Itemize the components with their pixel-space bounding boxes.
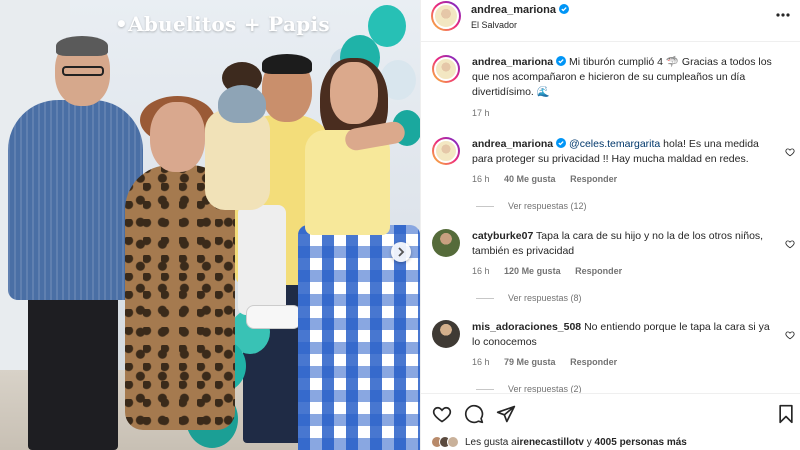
comment-username[interactable]: mis_adoraciones_508 xyxy=(472,321,581,333)
replies-divider xyxy=(476,297,494,299)
shark-plush xyxy=(218,85,266,123)
comments-list[interactable]: andrea_mariona Mi tiburón cumplió 4 🦈 Gr… xyxy=(421,43,800,393)
comment-body: andrea_mariona @celes.temargarita hola! … xyxy=(472,137,772,167)
comment-body: catyburke07 Tapa la cara de su hijo y no… xyxy=(472,229,772,259)
avatar[interactable] xyxy=(432,229,460,257)
view-replies-label[interactable]: Ver respuestas (2) xyxy=(508,384,582,393)
chevron-right-icon xyxy=(398,247,405,257)
replies-divider xyxy=(476,388,494,390)
comment-time[interactable]: 16 h xyxy=(472,174,490,184)
next-photo-button[interactable] xyxy=(391,242,411,262)
comment-mention[interactable]: @celes.temargarita xyxy=(569,138,660,150)
heart-icon[interactable] xyxy=(785,239,795,249)
balloon xyxy=(368,5,406,47)
comment-time[interactable]: 16 h xyxy=(472,357,490,367)
mother-figure xyxy=(330,62,378,124)
likes-user-link[interactable]: irenecastillotv xyxy=(517,437,584,448)
comment-meta: 16 h 79 Me gusta Responder xyxy=(472,357,629,367)
likes-summary: Les gusta a irenecastillotv y 4005 perso… xyxy=(431,436,687,448)
header-location[interactable]: El Salvador xyxy=(471,20,517,30)
avatar[interactable] xyxy=(432,320,460,348)
caption-username[interactable]: andrea_mariona xyxy=(472,56,553,68)
view-replies-button[interactable]: Ver respuestas (2) xyxy=(476,384,582,393)
grandfather-figure xyxy=(56,36,108,56)
child-figure xyxy=(246,305,301,329)
avatar xyxy=(447,436,459,448)
grandfather-figure xyxy=(62,66,104,76)
heart-icon[interactable] xyxy=(785,147,795,157)
comment-likes[interactable]: 40 Me gusta xyxy=(504,174,556,184)
view-replies-label[interactable]: Ver respuestas (8) xyxy=(508,293,582,303)
caption-time[interactable]: 17 h xyxy=(472,108,490,118)
grandfather-figure xyxy=(8,100,143,300)
avatar[interactable] xyxy=(431,1,461,31)
comment-icon[interactable] xyxy=(464,404,484,424)
comment-likes[interactable]: 120 Me gusta xyxy=(504,266,561,276)
comment-username[interactable]: catyburke07 xyxy=(472,230,533,242)
avatar[interactable] xyxy=(432,55,460,83)
child-figure xyxy=(238,205,286,315)
more-options-icon[interactable] xyxy=(775,10,791,20)
view-replies-label[interactable]: Ver respuestas (12) xyxy=(508,201,587,211)
comment-likes[interactable]: 79 Me gusta xyxy=(504,357,556,367)
comment-time[interactable]: 16 h xyxy=(472,266,490,276)
verified-icon xyxy=(558,4,569,14)
child-figure xyxy=(205,110,270,210)
photo-caption: •Abuelitos + Papis xyxy=(115,12,330,36)
bookmark-icon[interactable] xyxy=(776,404,796,424)
heart-icon[interactable] xyxy=(432,404,452,424)
likes-prefix: Les gusta a xyxy=(465,436,517,448)
caption-meta: 17 h xyxy=(472,108,502,118)
comment-meta: 16 h 40 Me gusta Responder xyxy=(472,174,629,184)
father-figure xyxy=(262,54,312,74)
replies-divider xyxy=(476,205,494,207)
reply-button[interactable]: Responder xyxy=(570,357,617,367)
avatar[interactable] xyxy=(432,137,460,165)
view-replies-button[interactable]: Ver respuestas (8) xyxy=(476,293,582,303)
grandfather-figure xyxy=(28,290,118,450)
verified-icon xyxy=(556,56,567,66)
comment-username[interactable]: andrea_mariona xyxy=(472,138,553,150)
header-username[interactable]: andrea_mariona xyxy=(471,4,569,16)
share-icon[interactable] xyxy=(496,404,516,424)
likes-middle: y xyxy=(583,436,595,448)
heart-icon[interactable] xyxy=(785,330,795,340)
comment-meta: 16 h 120 Me gusta Responder xyxy=(472,266,634,276)
comment-body: mis_adoraciones_508 No entiendo porque l… xyxy=(472,320,772,350)
post-side-panel: andrea_mariona El Salvador andrea_marion… xyxy=(420,0,800,450)
reply-button[interactable]: Responder xyxy=(570,174,617,184)
verified-icon xyxy=(556,138,567,148)
grandmother-figure xyxy=(150,102,205,172)
caption-body: andrea_mariona Mi tiburón cumplió 4 🦈 Gr… xyxy=(472,55,772,100)
view-replies-button[interactable]: Ver respuestas (12) xyxy=(476,201,587,211)
post-header: andrea_mariona El Salvador xyxy=(421,0,800,42)
reply-button[interactable]: Responder xyxy=(575,266,622,276)
likes-count-link[interactable]: 4005 personas más xyxy=(595,437,687,448)
post-photo[interactable]: •Abuelitos + Papis xyxy=(0,0,420,450)
